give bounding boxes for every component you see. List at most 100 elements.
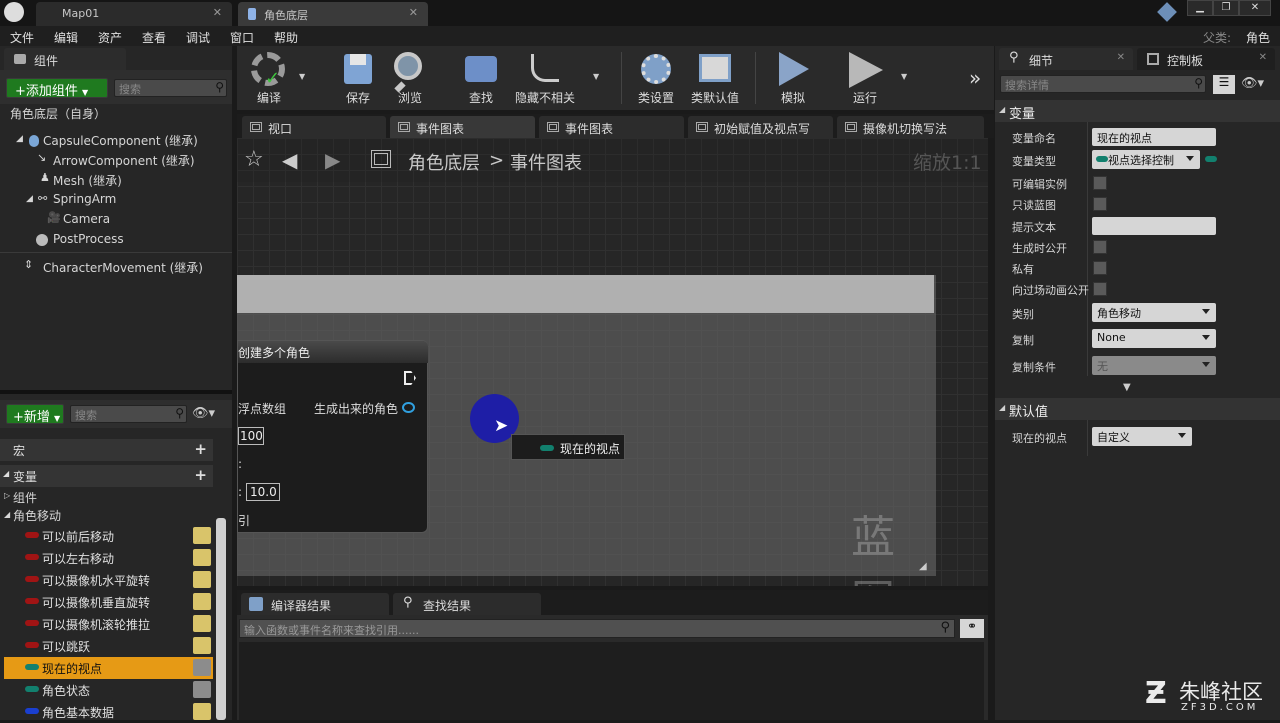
close-icon[interactable]: ✕ (409, 6, 418, 19)
unreal-logo-icon[interactable] (4, 2, 24, 22)
graph-tab[interactable]: 视口 (242, 116, 386, 138)
tab-details[interactable]: ⚲ 细节 ✕ (999, 48, 1133, 70)
tree-item-camera[interactable]: Camera (63, 212, 110, 226)
blueprint-search-input[interactable]: 搜索 ⚲ (70, 405, 187, 423)
tree-item-capsule[interactable]: CapsuleComponent (继承) (43, 132, 198, 149)
close-icon[interactable]: ✕ (1117, 52, 1125, 63)
variable-type-dropdown[interactable]: 视点选择控制 (1092, 150, 1200, 169)
category-character-movement[interactable]: 角色移动 (13, 507, 61, 524)
variable-item[interactable]: 现在的视点 (4, 657, 213, 679)
simulate-button[interactable]: 模拟 (767, 46, 819, 110)
variable-item[interactable]: 角色状态 (4, 679, 213, 701)
expose-on-spawn-checkbox[interactable] (1093, 240, 1107, 254)
spawn-characters-node[interactable]: 创建多个角色 浮点数组 生成出来的角色 100 : : 10.0 引 (237, 340, 428, 533)
menu-file[interactable]: 文件 (10, 29, 34, 46)
section-variables[interactable]: ◢ 变量 + (0, 465, 213, 487)
section-default-header[interactable]: ◢ 默认值 (995, 398, 1280, 420)
forward-arrow-icon[interactable]: ▶ (325, 148, 340, 172)
tree-item-charactermovement[interactable]: CharacterMovement (继承) (43, 259, 203, 276)
tree-item-mesh[interactable]: Mesh (继承) (53, 172, 122, 189)
expose-cinematics-checkbox[interactable] (1093, 282, 1107, 296)
visibility-eye-icon[interactable] (193, 681, 211, 698)
minimize-button[interactable]: ▁ (1187, 0, 1213, 16)
play-button[interactable]: 运行 (837, 46, 893, 110)
graph-tab[interactable]: 摄像机切换写法 (837, 116, 984, 138)
visibility-eye-icon[interactable] (193, 637, 211, 654)
view-options-icon[interactable]: 👁▾ (192, 406, 215, 421)
tree-expand-icon[interactable]: ◢ (16, 134, 23, 144)
tab-compiler-results[interactable]: 编译器结果 (241, 593, 389, 615)
compile-button[interactable]: ✓ 编译 (241, 46, 297, 110)
exec-out-pin-icon[interactable] (404, 371, 416, 385)
private-checkbox[interactable] (1093, 261, 1107, 275)
tab-palette[interactable]: 控制板 ✕ (1137, 48, 1275, 70)
menu-debug[interactable]: 调试 (186, 29, 210, 46)
visibility-eye-icon[interactable] (193, 593, 211, 610)
favorite-star-icon[interactable]: ☆ (244, 147, 264, 172)
editable-checkbox[interactable] (1093, 176, 1107, 190)
component-root[interactable]: 角色底层（自身） (10, 105, 106, 122)
doc-tab-map01[interactable]: Map01 ✕ (36, 2, 232, 26)
add-macro-icon[interactable]: + (194, 440, 207, 458)
variable-item[interactable]: 可以左右移动 (4, 547, 213, 569)
section-macros[interactable]: 宏 + (0, 439, 213, 461)
toolbar-overflow-icon[interactable]: » (969, 66, 981, 90)
graph-tab[interactable]: 初始赋值及视点写 (688, 116, 833, 138)
default-value-dropdown[interactable]: 自定义 (1092, 427, 1192, 446)
class-defaults-button[interactable]: 类默认值 (687, 46, 743, 110)
browse-button[interactable]: 浏览 (385, 46, 435, 110)
replication-dropdown[interactable]: None (1092, 329, 1216, 348)
container-type-icon[interactable] (1205, 156, 1217, 162)
menu-view[interactable]: 查看 (142, 29, 166, 46)
parent-class-value[interactable]: 角色 (1246, 29, 1270, 46)
tree-item-arrow[interactable]: ArrowComponent (继承) (53, 152, 195, 169)
panel-splitter[interactable] (0, 390, 232, 394)
compile-options-icon[interactable]: ▼ (299, 72, 305, 81)
component-search-input[interactable]: 搜索 ⚲ (114, 79, 227, 97)
variable-item[interactable]: 可以摄像机垂直旋转 (4, 591, 213, 613)
float-value-input[interactable]: 10.0 (246, 483, 280, 501)
tooltip-text-input[interactable] (1092, 217, 1216, 235)
graph-tab[interactable]: 事件图表 (390, 116, 535, 138)
doc-tab-character-base[interactable]: 角色底层 ✕ (238, 2, 428, 26)
menu-window[interactable]: 窗口 (230, 29, 254, 46)
expand-icon[interactable]: ▷ (4, 491, 10, 500)
find-input[interactable]: 输入函数或事件名称来查找引用...... ⚲ (239, 619, 955, 638)
property-matrix-icon[interactable]: ☰ (1213, 75, 1235, 94)
graph-tab[interactable]: 事件图表 (539, 116, 684, 138)
close-icon[interactable]: ✕ (213, 6, 222, 19)
tree-expand-icon[interactable]: ◢ (26, 194, 33, 204)
output-pin-icon[interactable] (402, 402, 415, 413)
maximize-button[interactable]: ❐ (1213, 0, 1239, 16)
components-tab[interactable]: 组件 (4, 48, 126, 70)
variable-name-input[interactable]: 现在的视点 (1092, 128, 1216, 146)
find-in-all-blueprints-button[interactable]: ⚭ (960, 619, 984, 638)
add-new-button[interactable]: +新增 ▼ (6, 404, 64, 425)
details-search-input[interactable]: 搜索详情 ⚲ (1000, 75, 1206, 93)
save-button[interactable]: 保存 (333, 46, 383, 110)
play-options-icon[interactable]: ▼ (901, 72, 907, 81)
variable-item[interactable]: 可以前后移动 (4, 525, 213, 547)
menu-edit[interactable]: 编辑 (54, 29, 78, 46)
find-button[interactable]: 查找 (455, 46, 507, 110)
tab-find-results[interactable]: ⚲ 查找结果 (393, 593, 541, 615)
collapse-icon[interactable]: ◢ (4, 510, 10, 519)
visibility-eye-icon[interactable] (193, 571, 211, 588)
menu-asset[interactable]: 资产 (98, 29, 122, 46)
menu-help[interactable]: 帮助 (274, 29, 298, 46)
scrollbar[interactable] (216, 518, 226, 720)
variable-item[interactable]: 可以跳跃 (4, 635, 213, 657)
tree-item-springarm[interactable]: SpringArm (53, 192, 116, 206)
visibility-eye-icon[interactable] (193, 703, 211, 720)
visibility-eye-icon[interactable] (193, 549, 211, 566)
advanced-expand-icon[interactable]: ▼ (1123, 382, 1131, 393)
add-variable-icon[interactable]: + (194, 466, 207, 484)
class-settings-button[interactable]: 类设置 (631, 46, 681, 110)
variable-item[interactable]: 可以摄像机水平旋转 (4, 569, 213, 591)
category-dropdown[interactable]: 角色移动 (1092, 303, 1216, 322)
breadcrumb-root[interactable]: 角色底层 (408, 149, 480, 175)
readonly-checkbox[interactable] (1093, 197, 1107, 211)
source-control-icon[interactable] (1157, 2, 1177, 22)
hide-unrelated-button[interactable]: 隐藏不相关 (509, 46, 581, 110)
close-window-button[interactable]: ✕ (1239, 0, 1271, 16)
